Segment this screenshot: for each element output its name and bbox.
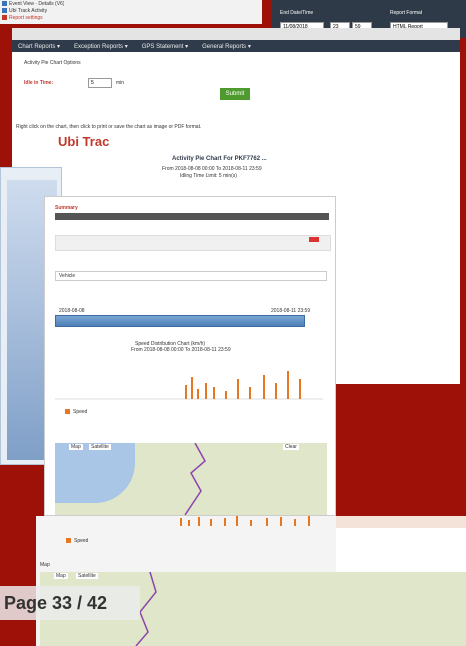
clear-button[interactable]: Clear: [283, 444, 299, 450]
slider-start: 2018-08-08: [59, 308, 85, 314]
satellite-button[interactable]: Satellite: [89, 444, 111, 450]
chart-range: From 2018-08-08 00:00 To 2018-08-11 23:5…: [162, 166, 262, 172]
route-line: [184, 443, 206, 515]
report-format-label: Report Format: [390, 10, 423, 16]
legend-label: Speed: [73, 409, 88, 415]
tab-label: Event View · Details (V6): [9, 0, 65, 7]
map-button[interactable]: Map: [69, 444, 83, 450]
print-hint: Right click on the chart, then click to …: [16, 124, 202, 130]
header-band: [12, 28, 460, 40]
legend-label: Speed: [74, 538, 89, 544]
nav-exception-reports[interactable]: Exception Reports ▾: [74, 43, 128, 50]
submit-button[interactable]: Submit: [220, 88, 250, 100]
speed-report-screenshot-2: Speed Map Map Satellite: [36, 516, 340, 646]
tab-row[interactable]: Report settings: [0, 14, 262, 21]
speed-report-screenshot: Summary Vehicle 2018-08-08 2018-08-11 23…: [44, 196, 336, 516]
tab-row[interactable]: Event View · Details (V6): [0, 0, 262, 7]
summary-header: Summary: [55, 205, 78, 211]
section-title: Activity Pie Chart Options: [24, 60, 81, 66]
map-heading: Map: [40, 562, 50, 568]
idle-select[interactable]: 5: [88, 78, 112, 88]
filter-row: [55, 235, 331, 251]
browser-tabs-strip: Event View · Details (V6) Ubi Track Acti…: [0, 0, 262, 24]
map-fragment[interactable]: [336, 572, 466, 646]
satellite-button[interactable]: Satellite: [76, 573, 98, 579]
end-date-label: End Date/Time: [280, 10, 314, 16]
tab-icon: [2, 1, 7, 6]
right-panel-fragment: [336, 516, 466, 646]
chart-idle: Idling Time Limit: 5 min(s): [180, 173, 237, 179]
speed-chart: [55, 371, 323, 400]
route-map[interactable]: Map Satellite Clear: [55, 443, 327, 515]
tab-label: Report settings: [9, 14, 43, 21]
map-button[interactable]: Map: [54, 573, 68, 579]
speed-chart-strip: [180, 516, 310, 526]
nav-chart-reports[interactable]: Chart Reports ▾: [18, 43, 60, 50]
tab-icon: [2, 15, 7, 20]
idle-unit: min: [116, 80, 125, 86]
tab-row[interactable]: Ubi Track Activity: [0, 7, 262, 14]
legend-swatch: [66, 538, 71, 543]
main-nav: Chart Reports ▾ Exception Reports ▾ GPS …: [12, 40, 460, 52]
tab-label: Ubi Track Activity: [9, 7, 48, 14]
legend-swatch: [65, 409, 70, 414]
idle-label: Idle in Time:: [24, 80, 54, 86]
tab-icon: [2, 8, 7, 13]
nav-gps-statement[interactable]: GPS Statement ▾: [142, 43, 188, 50]
search-button[interactable]: [309, 237, 319, 242]
ubitrac-logo: Ubi Trac: [58, 134, 110, 149]
dark-bar: [55, 213, 329, 220]
time-slider[interactable]: [55, 315, 305, 327]
slider-end: 2018-08-11 23:59: [271, 308, 311, 314]
chart-title: Activity Pie Chart For PKF7762 ...: [172, 156, 267, 162]
page-number: Page 33 / 42: [0, 586, 140, 620]
nav-general-reports[interactable]: General Reports ▾: [202, 43, 251, 50]
vehicle-row: [55, 271, 327, 281]
speed-chart-sub: From 2018-08-08 00:00 To 2018-08-11 23:5…: [131, 347, 231, 353]
chart-strip-fragment: [336, 516, 466, 528]
